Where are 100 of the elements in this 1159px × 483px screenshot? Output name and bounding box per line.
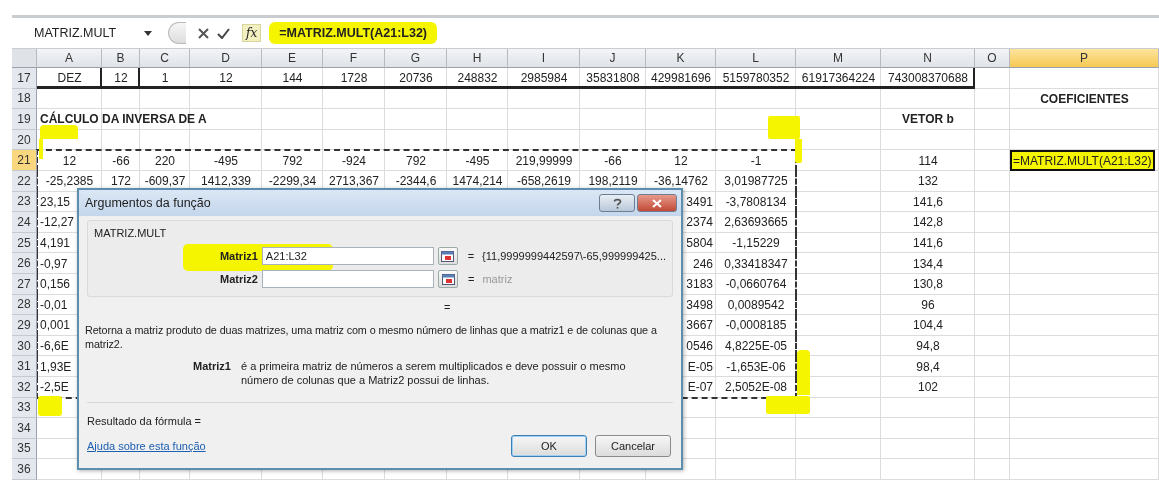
table-cell-text: COEFICIENTES: [1039, 90, 1130, 108]
row-header[interactable]: 29: [12, 315, 37, 336]
table-cell-text: DEZ: [56, 70, 83, 88]
table-cell-text: 219,99999: [514, 152, 574, 170]
argument-label: Matriz1: [192, 359, 232, 375]
range-picker-button[interactable]: [438, 270, 458, 288]
table-cell-text: -1: [749, 152, 763, 170]
argument-value: {11,9999999442597\-65,999999425...: [482, 250, 666, 262]
table-cell-text: 792: [405, 152, 427, 170]
check-icon[interactable]: [217, 27, 230, 39]
close-button[interactable]: [637, 194, 677, 212]
column-header[interactable]: H: [447, 49, 508, 68]
insert-function-button[interactable]: fx: [242, 24, 262, 42]
column-header[interactable]: B: [102, 49, 140, 68]
help-link[interactable]: Ajuda sobre esta função: [87, 439, 206, 452]
row-header[interactable]: 32: [12, 376, 37, 398]
table-cell: =MATRIZ.MULT(A21:L32): [1010, 150, 1155, 171]
row-header[interactable]: 27: [12, 273, 37, 295]
equals-sign: =: [444, 301, 451, 313]
table-cell-text: 142,8: [912, 214, 944, 232]
table-cell-text: 792: [281, 152, 304, 170]
table-cell-text: -1,653E-06: [725, 358, 787, 376]
row-header[interactable]: 26: [12, 253, 37, 274]
table-cell-text: -2344,6: [394, 173, 438, 191]
table-cell-text: -66: [603, 152, 623, 170]
row-header[interactable]: 22: [12, 170, 37, 192]
row-header[interactable]: 25: [12, 232, 37, 254]
dialog-button[interactable]: Cancelar: [595, 434, 671, 457]
row-header[interactable]: 36: [12, 459, 37, 480]
table-cell-text: 3183: [685, 276, 714, 294]
row-header[interactable]: 24: [12, 212, 37, 233]
column-header[interactable]: A: [37, 49, 102, 68]
table-cell-text: 114: [917, 152, 939, 170]
column-header[interactable]: O: [975, 49, 1010, 68]
help-button[interactable]: [599, 194, 635, 212]
table-cell-text: -12,27: [39, 214, 76, 232]
column-header[interactable]: C: [140, 49, 190, 68]
table-cell-text: 12: [673, 152, 689, 170]
column-header[interactable]: J: [580, 49, 646, 68]
table-cell-text: -2,5E: [39, 379, 70, 397]
table-cell-text: -6,6E: [39, 338, 70, 355]
table-cell-text: 104,4: [912, 317, 944, 335]
table-cell-text: -0,01: [39, 296, 69, 314]
table-cell-text: 2,63693665: [723, 214, 789, 232]
column-header[interactable]: K: [646, 49, 716, 68]
table-cell-text: 4,8225E-05: [723, 338, 789, 355]
argument-field[interactable]: A21:L32: [261, 247, 434, 265]
table-cell-text: -609,37: [143, 173, 187, 191]
column-header[interactable]: N: [881, 49, 975, 68]
equals-sign: =: [468, 273, 475, 285]
range-picker-button[interactable]: [437, 247, 458, 265]
row-header[interactable]: 34: [12, 418, 37, 439]
table-cell-text: 134,4: [912, 255, 944, 273]
column-header[interactable]: L: [716, 49, 796, 68]
table-cell-text: VETOR b: [901, 111, 955, 129]
close-icon: [652, 198, 662, 208]
window-title: Argumentos da função: [85, 196, 211, 210]
row-header[interactable]: 28: [12, 294, 37, 316]
argument-label: Matriz1: [218, 250, 259, 262]
table-cell-text: 141,6: [912, 235, 944, 253]
table-cell-text: 0,33418347: [723, 255, 789, 273]
row-header[interactable]: 35: [12, 438, 37, 460]
cancel-icon[interactable]: [198, 27, 209, 39]
row-header[interactable]: 31: [12, 356, 37, 377]
table-cell-text: 0,156: [39, 276, 72, 294]
column-header[interactable]: D: [190, 49, 262, 68]
table-cell-text: 1474,214: [451, 173, 504, 191]
table-cell-text: 429981696: [649, 70, 713, 88]
table-cell-text: 61917364224: [800, 70, 877, 88]
column-header[interactable]: I: [508, 49, 580, 68]
table-cell-text: -924: [341, 152, 367, 170]
table-cell-text: -658,2619: [515, 173, 572, 191]
table-cell-text: 5804: [685, 235, 714, 253]
table-cell-text: -2299,34: [267, 173, 318, 191]
row-header[interactable]: 17: [12, 68, 37, 89]
table-cell-text: 1,93E: [39, 358, 73, 376]
row-header[interactable]: 30: [12, 335, 37, 357]
row-header[interactable]: 33: [12, 397, 37, 419]
table-cell-text: 20736: [398, 70, 434, 88]
column-header[interactable]: M: [796, 49, 881, 68]
column-header[interactable]: F: [323, 49, 385, 68]
row-header[interactable]: 18: [12, 88, 37, 110]
column-header[interactable]: E: [262, 49, 323, 68]
table-cell-text: 172: [110, 173, 132, 191]
row-header[interactable]: 19: [12, 109, 37, 130]
function-name: MATRIZ.MULT: [94, 227, 168, 239]
caret-icon[interactable]: [144, 30, 152, 36]
row-header[interactable]: 23: [12, 191, 37, 213]
table-cell-text: 1728: [339, 70, 369, 88]
table-cell-text: E-07: [686, 379, 714, 397]
argument-field[interactable]: [262, 270, 434, 288]
table-cell-text: 141,6: [912, 193, 944, 211]
column-header[interactable]: G: [385, 49, 447, 68]
formula-field[interactable]: =MATRIZ.MULT(A21:L32): [269, 22, 437, 44]
table-cell-text: 3667: [685, 317, 714, 335]
dialog-button[interactable]: OK: [511, 434, 587, 457]
table-cell-text: 102: [917, 379, 939, 397]
resize-handle[interactable]: [168, 22, 186, 44]
row-header[interactable]: 21: [12, 150, 37, 171]
column-header[interactable]: P: [1010, 49, 1159, 68]
